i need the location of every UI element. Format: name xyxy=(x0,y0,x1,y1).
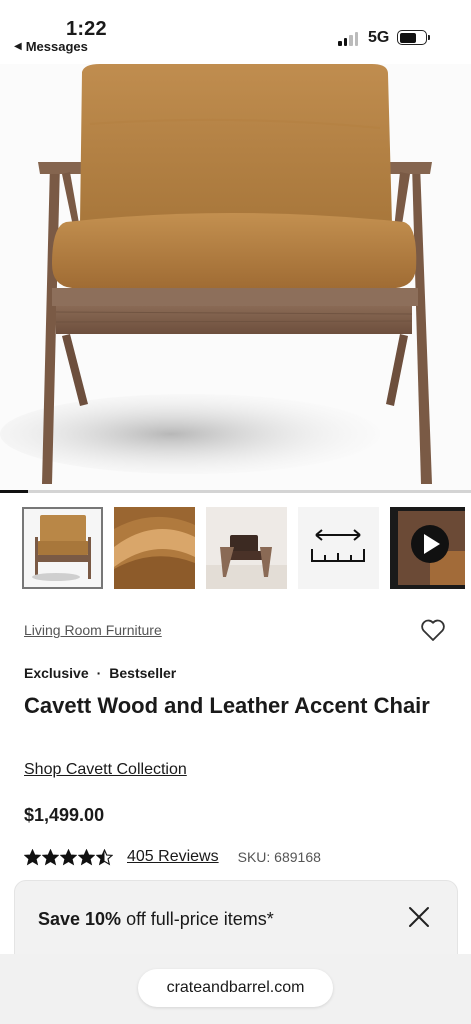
star-icon xyxy=(24,848,41,865)
carousel-progress-bar xyxy=(0,490,471,493)
star-icon xyxy=(78,848,95,865)
tag-separator: · xyxy=(96,665,102,681)
url-bar[interactable]: crateandbarrel.com xyxy=(138,969,333,1007)
star-icon xyxy=(96,848,113,865)
rating-stars[interactable] xyxy=(24,848,113,866)
thumbnail-chair-room[interactable] xyxy=(206,507,287,589)
status-bar: 1:22 ◀ Messages 5G xyxy=(0,0,471,64)
thumbnail-dimensions[interactable] xyxy=(298,507,379,589)
thumbnail-video[interactable] xyxy=(390,507,465,589)
shop-collection-link[interactable]: Shop Cavett Collection xyxy=(24,761,187,779)
back-to-app-button[interactable]: ◀ Messages xyxy=(14,39,88,54)
battery-icon xyxy=(397,30,430,45)
signal-icon xyxy=(338,32,358,46)
status-time: 1:22 xyxy=(66,18,107,40)
promo-bold: Save 10% xyxy=(38,909,122,929)
star-icon xyxy=(60,848,77,865)
back-triangle-icon: ◀ xyxy=(14,41,22,52)
close-icon[interactable] xyxy=(407,905,431,929)
browser-bottom-bar: crateandbarrel.com xyxy=(0,954,471,1024)
promo-text: Save 10% off full-price items* xyxy=(38,909,274,930)
sku-label: SKU: 689168 xyxy=(237,849,321,865)
product-hero-image[interactable] xyxy=(0,64,471,492)
thumbnail-leather-closeup[interactable] xyxy=(114,507,195,589)
thumbnail-strip xyxy=(22,507,465,589)
product-tags: Exclusive · Bestseller xyxy=(24,665,176,681)
chair-illustration xyxy=(0,64,432,484)
tag-bestseller: Bestseller xyxy=(109,665,177,681)
rating-row: 405 Reviews SKU: 689168 xyxy=(24,848,321,866)
favorite-heart-icon[interactable] xyxy=(420,618,446,642)
breadcrumb-category-link[interactable]: Living Room Furniture xyxy=(24,622,162,638)
tag-exclusive: Exclusive xyxy=(24,665,89,681)
reviews-link[interactable]: 405 Reviews xyxy=(127,848,219,866)
network-label: 5G xyxy=(368,29,390,46)
product-title: Cavett Wood and Leather Accent Chair xyxy=(24,693,430,718)
thumbnail-chair-front[interactable] xyxy=(22,507,103,589)
promo-rest: off full-price items* xyxy=(121,909,274,929)
star-icon xyxy=(42,848,59,865)
back-app-label: Messages xyxy=(25,39,88,54)
product-price: $1,499.00 xyxy=(24,805,105,825)
